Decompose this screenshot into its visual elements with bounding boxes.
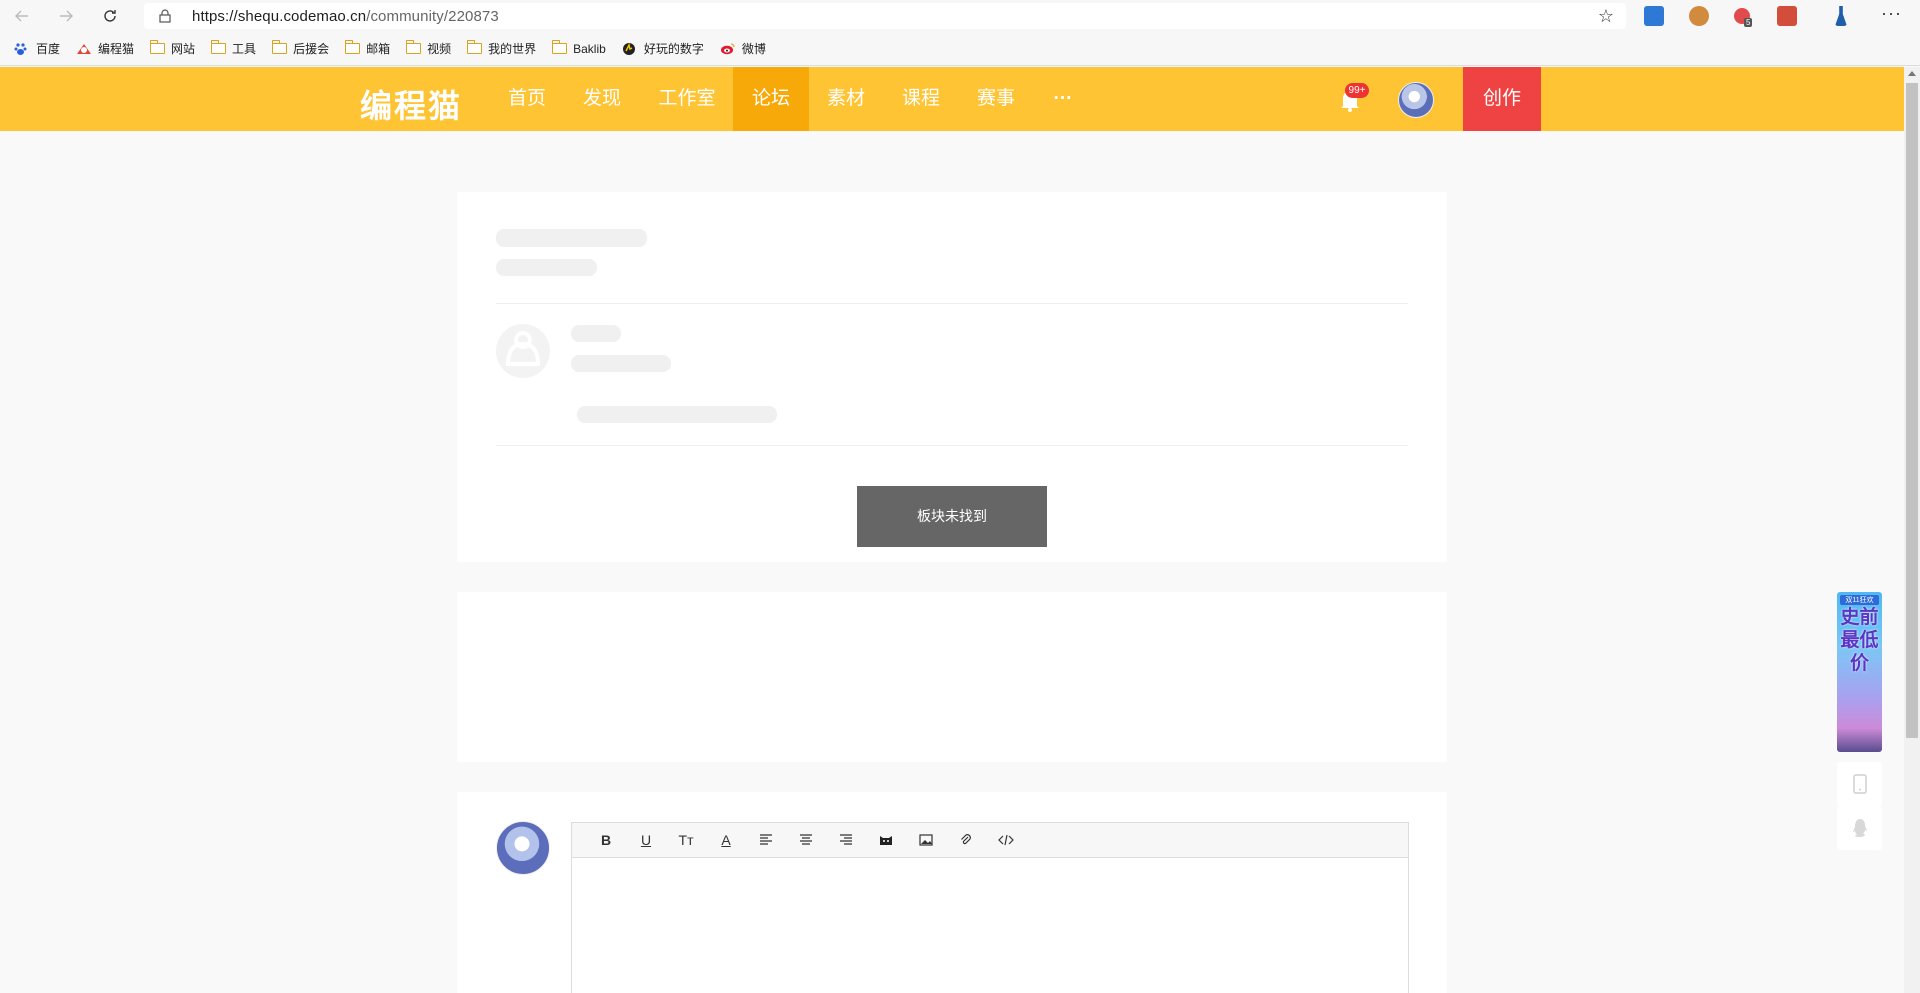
divider [496,303,1408,304]
skeleton-author [571,325,621,342]
bookmark-label: 邮箱 [366,42,391,56]
reload-icon[interactable] [88,0,132,32]
url-text: https://shequ.codemao.cn/community/22087… [192,8,499,25]
folder-icon [344,40,361,54]
bookmark-folder-video[interactable]: 视频 [405,40,452,57]
bookmark-label: 后援会 [293,42,330,56]
baidu-icon [14,42,30,55]
weibo-icon [720,42,736,55]
url-path: /community/220873 [366,7,499,25]
font-color-button[interactable]: A [706,823,746,858]
forward-arrow-icon[interactable] [44,0,88,32]
bold-button[interactable]: B [586,823,626,858]
promo-banner[interactable]: 双11狂欢 史前最低价 [1837,592,1882,752]
nav-materials[interactable]: 素材 [815,67,877,131]
editor-toolbar: B U Tт A [572,823,1408,858]
scroll-up-arrow-icon[interactable] [1908,71,1916,76]
qq-group-button[interactable] [1837,806,1882,850]
site-header: 编程猫 首页 发现 工作室 论坛 素材 课程 赛事 ··· 99+ 创作 [0,67,1904,131]
editor-textarea[interactable] [572,858,1408,993]
address-bar[interactable]: https://shequ.codemao.cn/community/22087… [144,3,1626,29]
skeleton-content [577,406,777,423]
notification-badge: 99+ [1345,83,1369,98]
bookmark-folder-fans[interactable]: 后援会 [271,40,330,57]
bookmark-label: 编程猫 [98,42,135,56]
user-avatar[interactable] [1398,82,1434,118]
attach-icon[interactable] [946,823,986,858]
url-host: https://shequ.codemao.cn [192,7,367,25]
extension-flask-icon[interactable] [1835,6,1847,26]
create-button[interactable]: 创作 [1463,67,1541,131]
bookmark-label: 好玩的数字 [643,42,704,56]
folder-icon [149,40,166,54]
align-center-icon[interactable] [786,823,826,858]
folder-icon [271,40,288,54]
bookmark-label: 网站 [171,42,196,56]
bookmark-folder-baklib[interactable]: Baklib [551,40,606,56]
folder-icon [210,40,227,54]
lock-icon [159,9,171,23]
bookmark-baidu[interactable]: 百度 [14,40,60,57]
folder-icon [405,40,422,54]
skeleton-meta [571,355,671,372]
extension-badge-count: 5 [1744,18,1753,27]
extension-tampermonkey-icon[interactable] [1689,6,1709,26]
nav-studio[interactable]: 工作室 [648,67,726,131]
browser-toolbar: https://shequ.codemao.cn/community/22087… [0,0,1920,32]
emoji-cat-icon[interactable] [866,823,906,858]
bookmark-label: 百度 [36,42,61,56]
nav-contests[interactable]: 赛事 [965,67,1027,131]
extension-sogou-icon[interactable] [1644,6,1664,26]
skeleton-avatar [496,324,550,378]
folder-icon [466,40,483,54]
bookmark-label: 我的世界 [488,42,537,56]
nav-more[interactable]: ··· [1043,67,1083,131]
nav-discover[interactable]: 发现 [571,67,633,131]
promo-text: 史前最低价 [1840,607,1879,674]
folder-icon [551,40,568,54]
favorite-star-icon[interactable]: ☆ [1598,6,1614,27]
bookmark-folder-tools[interactable]: 工具 [210,40,257,57]
bookmark-folder-mail[interactable]: 邮箱 [344,40,391,57]
site-logo[interactable]: 编程猫 [360,81,462,127]
bookmark-folder-sites[interactable]: 网站 [149,40,196,57]
nav-forum[interactable]: 论坛 [733,67,809,131]
align-right-icon[interactable] [826,823,866,858]
font-size-button[interactable]: Tт [666,823,706,858]
scroll-thumb[interactable] [1906,83,1918,738]
align-left-icon[interactable] [746,823,786,858]
error-toast: 板块未找到 [857,486,1047,547]
underline-button[interactable]: U [626,823,666,858]
browser-menu-icon[interactable]: ··· [1881,3,1902,24]
commenter-avatar[interactable] [496,821,550,875]
image-icon[interactable] [906,823,946,858]
bookmark-label: 工具 [232,42,257,56]
extension-red-icon[interactable] [1777,6,1797,26]
promo-badge: 双11狂欢 [1840,595,1879,605]
empty-card [457,592,1447,762]
nav-courses[interactable]: 课程 [890,67,952,131]
back-arrow-icon[interactable] [0,0,44,32]
page-scrollbar[interactable] [1904,67,1920,993]
nav-home[interactable]: 首页 [496,67,558,131]
skeleton-title [496,229,647,247]
qq-icon [1852,819,1867,837]
bookmark-folder-minecraft[interactable]: 我的世界 [466,40,537,57]
divider [496,445,1408,446]
reply-editor[interactable]: B U Tт A [571,822,1409,993]
bookmark-label: 视频 [427,42,452,56]
number-icon [622,42,638,55]
bookmark-label: Baklib [573,41,606,56]
skeleton-subtitle [496,259,597,276]
code-icon[interactable] [986,823,1026,858]
bookmark-label: 微博 [741,42,766,56]
bookmarks-bar: 百度 编程猫 网站 工具 后援会 邮箱 视频 我的世界 Baklib 好玩的数字… [0,32,1920,66]
bookmark-fun-numbers[interactable]: 好玩的数字 [622,40,704,57]
bookmark-weibo[interactable]: 微博 [720,40,766,57]
bookmark-codemao[interactable]: 编程猫 [76,40,134,57]
codemao-icon [76,42,92,55]
mobile-app-button[interactable] [1837,762,1882,806]
phone-icon [1852,774,1867,794]
